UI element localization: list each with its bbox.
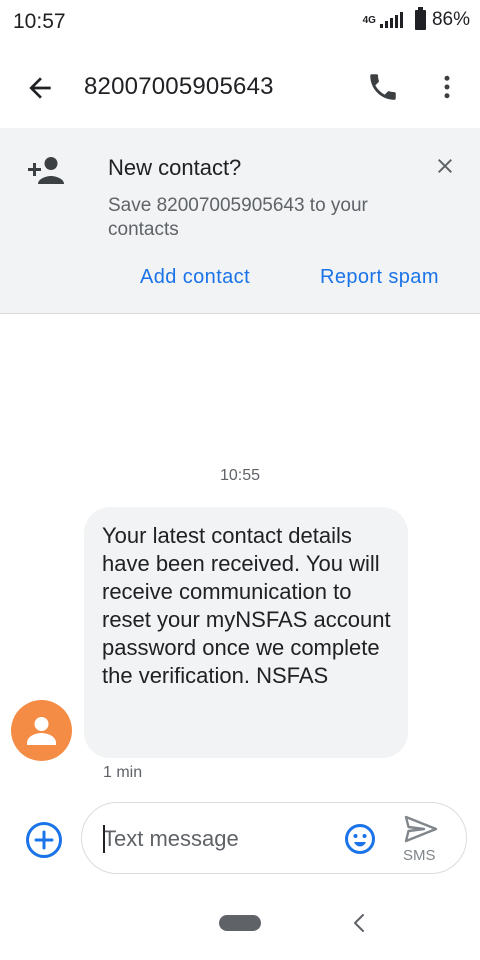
text-cursor: [103, 825, 105, 853]
contact-title: 82007005905643: [84, 73, 274, 100]
signal-icon: [379, 12, 403, 28]
more-vert-icon[interactable]: [432, 70, 462, 104]
banner-subtitle: Save 82007005905643 to your contacts: [108, 195, 368, 240]
message-bubble[interactable]: Your latest contact details have been re…: [84, 507, 408, 758]
person-add-icon: [28, 157, 64, 184]
status-bar: 10:57 4G 86%: [0, 0, 480, 46]
app-bar: 82007005905643: [0, 46, 480, 126]
banner-title: New contact?: [108, 155, 242, 180]
text-message-input[interactable]: [103, 823, 333, 855]
status-icons: 4G 86%: [362, 7, 470, 31]
message-time-ago: 1 min: [103, 764, 143, 781]
phone-icon[interactable]: [366, 70, 400, 104]
report-spam-button[interactable]: Report spam: [320, 266, 439, 289]
messages-screen: 10:57 4G 86% 82007005905643 New contact?…: [0, 0, 480, 960]
arrow-back-icon[interactable]: [24, 72, 56, 104]
send-icon[interactable]: [404, 815, 438, 843]
home-pill[interactable]: [219, 915, 261, 931]
close-icon[interactable]: [433, 154, 457, 178]
battery-icon: [414, 7, 426, 30]
message-timestamp: 10:55: [219, 467, 261, 484]
chevron-left-icon[interactable]: [348, 911, 370, 935]
add-circle-icon[interactable]: [25, 821, 63, 859]
battery-percent: 86%: [431, 9, 470, 30]
emoji-icon[interactable]: [344, 823, 376, 855]
status-time: 10:57: [13, 10, 66, 33]
new-contact-banner: New contact? Save 82007005905643 to your…: [0, 128, 480, 314]
person-icon: [27, 717, 56, 745]
compose-bar: SMS: [81, 802, 467, 874]
add-contact-button[interactable]: Add contact: [140, 266, 250, 289]
network-type: 4G: [362, 14, 376, 26]
sender-avatar[interactable]: [11, 700, 72, 761]
send-mode-label: SMS: [403, 847, 436, 864]
